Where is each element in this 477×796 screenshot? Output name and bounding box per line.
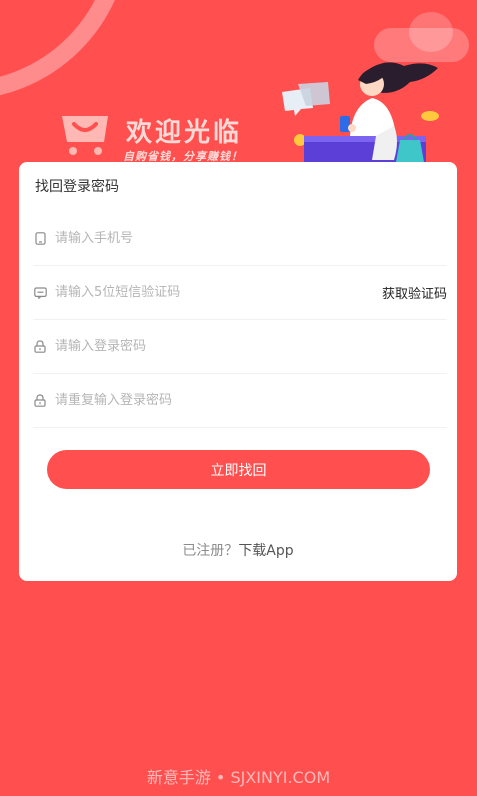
sms-code-row: 获取验证码	[33, 266, 447, 320]
lock-icon	[33, 394, 47, 408]
sms-code-input[interactable]	[55, 280, 382, 305]
download-app-link[interactable]: 下载App	[238, 543, 293, 559]
registered-text: 已注册？	[182, 543, 239, 559]
confirm-password-input[interactable]	[55, 388, 447, 413]
card-title: 找回登录密码	[35, 179, 119, 195]
recover-password-card: 找回登录密码 获取验证码	[19, 162, 457, 581]
password-row	[33, 320, 447, 374]
sms-icon	[33, 286, 47, 300]
phone-icon	[33, 232, 47, 246]
recover-now-button[interactable]: 立即找回	[47, 450, 430, 489]
woman-shopping-illustration	[282, 62, 439, 166]
phone-row	[33, 212, 447, 266]
registered-download-line: 已注册？下载App	[19, 540, 457, 560]
confirm-password-row	[33, 374, 447, 428]
password-input[interactable]	[55, 334, 447, 359]
site-watermark: 新意手游 • SJXINYI.COM	[146, 768, 331, 787]
lock-icon	[33, 340, 47, 354]
get-code-button[interactable]: 获取验证码	[382, 283, 447, 302]
decorative-arc	[0, 0, 130, 100]
phone-input[interactable]	[55, 226, 447, 251]
shopping-cart-icon	[62, 116, 108, 155]
welcome-title: 欢迎光临	[126, 118, 243, 148]
